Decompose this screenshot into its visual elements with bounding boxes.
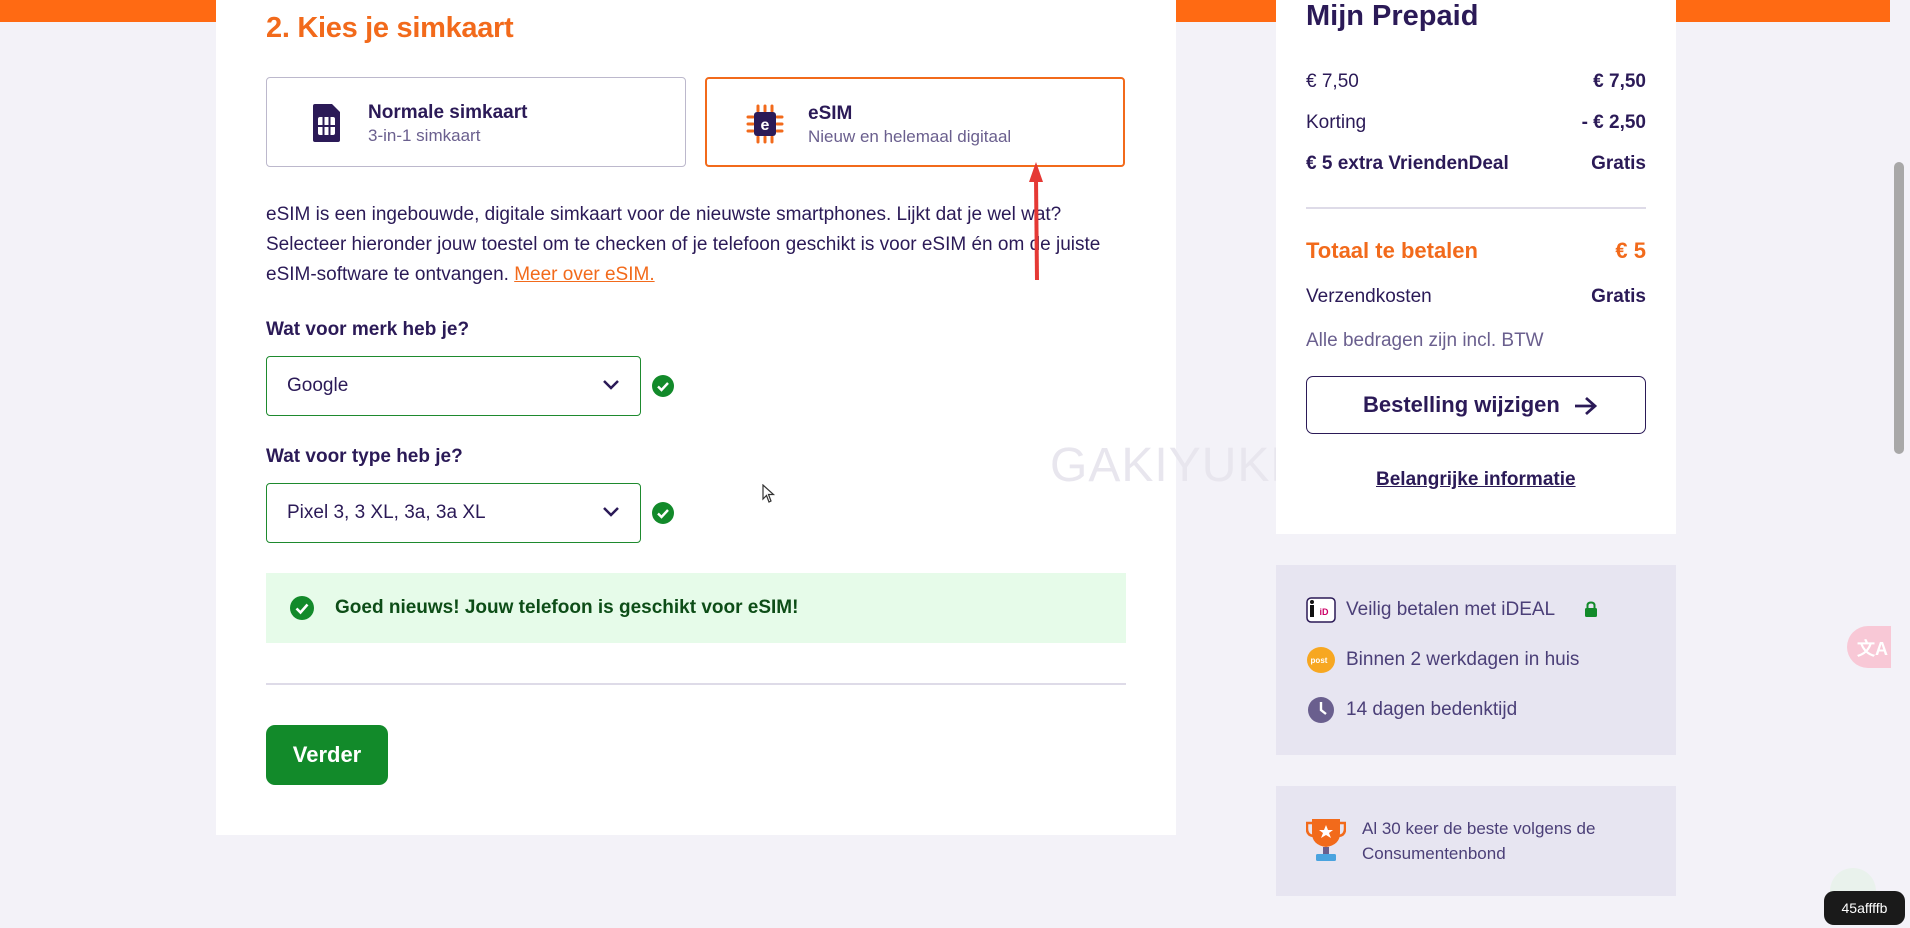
description-text: eSIM is een ingebouwde, digitale simkaar… [266, 204, 1101, 285]
usp-withdrawal: 14 dagen bedenktijd [1306, 695, 1666, 725]
row-value: - € 2,50 [1581, 112, 1646, 133]
chevron-down-icon [603, 507, 619, 517]
change-order-label: Bestelling wijzigen [1363, 392, 1560, 417]
usp-text: Binnen 2 werkdagen in huis [1346, 649, 1580, 670]
check-circle-icon [652, 375, 674, 397]
sim-card-icon [313, 104, 340, 142]
sim-selection-card: 2. Kies je simkaart Normale simkaart 3-i… [216, 0, 1305, 835]
option-subtitle: 3-in-1 simkaart [368, 126, 481, 145]
summary-row-shipping: Verzendkosten Gratis [1306, 286, 1646, 308]
translate-button[interactable]: 文A [1847, 626, 1891, 668]
trophy-icon [1306, 819, 1346, 861]
watermark: GAKIYUKR [1050, 439, 1307, 492]
summary-row-discount: Korting - € 2,50 [1306, 112, 1646, 134]
clock-icon [1308, 697, 1334, 723]
header-strip-left [0, 0, 216, 22]
summary-total: Totaal te betalen € 5 [1306, 238, 1646, 264]
ideal-icon: iD [1306, 597, 1336, 623]
vat-note: Alle bedragen zijn incl. BTW [1306, 330, 1544, 351]
row-value: Gratis [1591, 286, 1646, 307]
row-value: Gratis [1591, 153, 1646, 174]
option-esim[interactable]: e eSIM Nieuw en helemaal digitaal [705, 77, 1125, 167]
row-label: € 5 extra VriendenDeal [1306, 153, 1509, 174]
total-label: Totaal te betalen [1306, 238, 1478, 263]
arrow-right-icon [1575, 396, 1598, 416]
row-value: € 7,50 [1593, 71, 1646, 92]
session-hash-badge: 45affffb [1824, 891, 1905, 925]
check-circle-icon [652, 502, 674, 524]
usp-text: 14 dagen bedenktijd [1346, 699, 1518, 720]
divider [1306, 207, 1646, 209]
award-text: Al 30 keer de beste volgens de Consument… [1362, 819, 1596, 863]
mouse-cursor-icon [762, 484, 776, 503]
scrollbar-thumb[interactable] [1894, 162, 1904, 454]
section-title: 2. Kies je simkaart [266, 12, 514, 44]
usp-card: iD Veilig betalen met iDEAL post Binnen … [1276, 565, 1676, 755]
summary-row-vriendendeal: € 5 extra VriendenDeal Gratis [1306, 153, 1646, 175]
check-circle-icon [290, 596, 314, 620]
type-select-value: Pixel 3, 3 XL, 3a, 3a XL [287, 502, 486, 523]
more-about-esim-link[interactable]: Meer over eSIM. [514, 264, 654, 285]
header-strip-middle [1176, 0, 1276, 22]
lock-icon [1585, 601, 1597, 617]
order-summary-card: Mijn Prepaid € 7,50 € 7,50 Korting - € 2… [1276, 0, 1676, 534]
option-title: eSIM [808, 103, 853, 124]
row-label: Verzendkosten [1306, 286, 1432, 307]
row-label: € 7,50 [1306, 71, 1359, 92]
option-subtitle: Nieuw en helemaal digitaal [808, 127, 1012, 146]
row-label: Korting [1306, 112, 1367, 133]
type-select[interactable]: Pixel 3, 3 XL, 3a, 3a XL [266, 483, 641, 543]
scrollbar-track[interactable] [1890, 0, 1910, 928]
option-normal-simcard[interactable]: Normale simkaart 3-in-1 simkaart [266, 77, 686, 167]
brand-select[interactable]: Google [266, 356, 641, 416]
usp-delivery: post Binnen 2 werkdagen in huis [1306, 645, 1666, 675]
usp-text: Veilig betalen met iDEAL [1346, 599, 1556, 620]
postnl-logo-text: post [1311, 656, 1328, 665]
brand-select-value: Google [287, 375, 349, 396]
chevron-down-icon [603, 380, 619, 390]
usp-ideal: iD Veilig betalen met iDEAL [1306, 595, 1666, 625]
summary-title: Mijn Prepaid [1306, 0, 1479, 32]
total-value: € 5 [1615, 238, 1646, 263]
esim-chip-icon: e [746, 104, 784, 144]
type-label: Wat voor type heb je? [266, 446, 463, 467]
esim-compatible-alert: Goed nieuws! Jouw telefoon is geschikt v… [266, 573, 1126, 643]
ideal-logo-text: iD [1320, 607, 1330, 617]
summary-row-price: € 7,50 € 7,50 [1306, 71, 1646, 93]
important-info-link[interactable]: Belangrijke informatie [1376, 469, 1576, 491]
postnl-icon: post [1307, 647, 1335, 673]
translate-icon: 文A [1857, 639, 1888, 659]
success-message: Goed nieuws! Jouw telefoon is geschikt v… [335, 597, 799, 618]
esim-description: eSIM is een ingebouwde, digitale simkaar… [266, 200, 1136, 290]
option-title: Normale simkaart [368, 102, 528, 123]
divider [266, 683, 1126, 685]
award-card: Al 30 keer de beste volgens de Consument… [1276, 786, 1676, 896]
brand-label: Wat voor merk heb je? [266, 319, 470, 340]
header-strip-right [1676, 0, 1890, 22]
next-button[interactable]: Verder [266, 725, 388, 785]
svg-text:e: e [761, 117, 770, 134]
change-order-button[interactable]: Bestelling wijzigen [1306, 376, 1646, 434]
